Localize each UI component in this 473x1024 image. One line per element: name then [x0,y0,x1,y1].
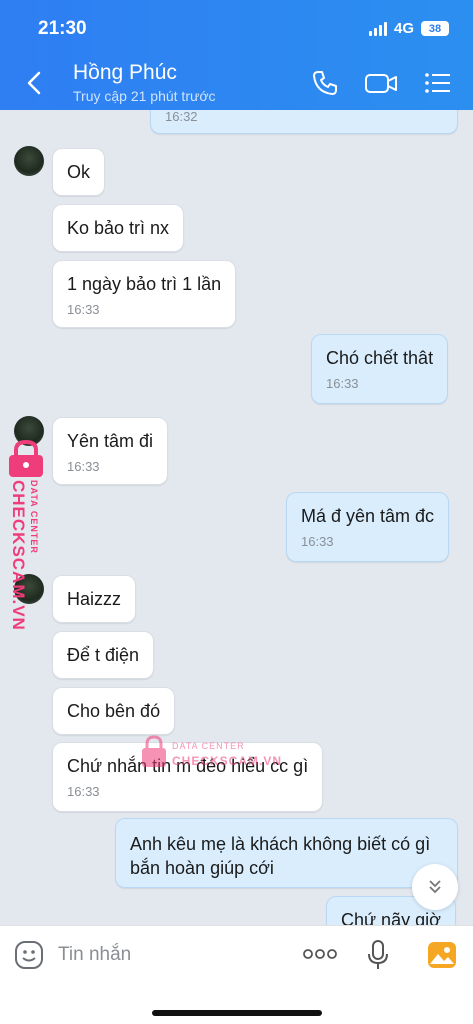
message-text: Má đ yên tâm đc [301,506,435,526]
watermark-sub: DATA CENTER [29,480,39,554]
microphone-icon[interactable] [366,939,390,971]
message-bubble-received[interactable]: 1 ngày bảo trì 1 lần 16:33 [52,260,237,328]
message-time: 16:33 [326,376,359,391]
menu-list-icon[interactable] [423,68,453,98]
message-time: 16:33 [67,459,100,474]
message-text: Yên tâm đi [67,431,154,451]
message-text: Chứ nãy giờ [341,910,441,925]
message-text: Anh kêu mẹ là khách không biết có gì [130,834,431,854]
status-indicators: 4G 38 [368,20,449,37]
message-bubble-received[interactable]: Cho bên đó [52,687,176,735]
center-watermark: DATA CENTER CHECKSCAM.VN [140,735,281,774]
image-gallery-icon[interactable] [427,941,457,969]
watermark-brand-center: CHECKSCAM.VN [172,754,283,768]
message-text: Để t điện [67,645,140,665]
message-bubble-received[interactable]: Để t điện [52,631,155,679]
lock-logo-watermark-center [142,735,166,767]
message-bubble-sent[interactable]: Chó chết thât 16:33 [311,334,449,404]
message-time: 16:33 [67,302,100,317]
message-bubble-received[interactable]: Chứ nhắn tin m đéo hiểu cc gì 16:33 [52,742,324,812]
message-text: Ko bảo trì nx [67,218,170,238]
message-text-line2: bắn hoàn giúp cới [130,858,274,878]
network-type: 4G [393,20,414,37]
back-icon[interactable] [22,70,48,96]
video-call-icon[interactable] [364,68,398,98]
message-text: Cho bên đó [67,701,161,721]
battery-icon: 38 [421,21,449,36]
message-list[interactable]: 16:32 Ok Ko bảo trì nx 1 ngày bảo trì 1 … [0,110,473,925]
phone-icon[interactable] [310,68,340,98]
message-time: 16:33 [301,534,334,549]
signal-icon [368,21,387,36]
message-bubble-received[interactable]: Haizzz [52,575,137,623]
status-time: 21:30 [38,18,87,39]
sticker-icon[interactable] [14,940,44,970]
message-bubble-sent[interactable]: Anh kêu mẹ là khách không biết có gì bắn… [115,818,458,888]
message-time: 16:32 [165,110,198,124]
message-input-bar: Tin nhắn [0,925,473,1024]
contact-status: Truy cập 21 phút trước [73,88,216,104]
home-indicator [152,1010,322,1016]
message-bubble-sent[interactable]: Má đ yên tâm đc 16:33 [286,492,450,562]
message-bubble-sent[interactable]: 16:32 [150,110,458,134]
message-text: Haizzz [67,589,122,609]
message-bubble-received[interactable]: Yên tâm đi 16:33 [52,417,169,485]
scroll-down-button[interactable] [412,864,458,910]
message-text: 1 ngày bảo trì 1 lần [67,274,222,294]
message-time: 16:33 [67,784,100,799]
chat-header: 21:30 4G 38 Hồng Phúc Truy cập 21 phút t… [0,0,473,110]
contact-name[interactable]: Hồng Phúc [73,61,177,85]
message-text: Chó chết thât [326,348,434,368]
watermark-sub-center: DATA CENTER [172,741,245,751]
watermark-brand: CHECKSCAM.VN [9,480,28,631]
more-options-icon[interactable] [303,948,337,960]
message-bubble-received[interactable]: Ko bảo trì nx [52,204,185,252]
chevron-double-down-icon [429,880,441,894]
message-bubble-received[interactable]: Ok [52,148,106,196]
lock-logo-watermark [9,440,43,477]
message-input[interactable]: Tin nhắn [58,944,131,966]
avatar[interactable] [14,146,44,176]
message-text: Ok [67,162,91,182]
